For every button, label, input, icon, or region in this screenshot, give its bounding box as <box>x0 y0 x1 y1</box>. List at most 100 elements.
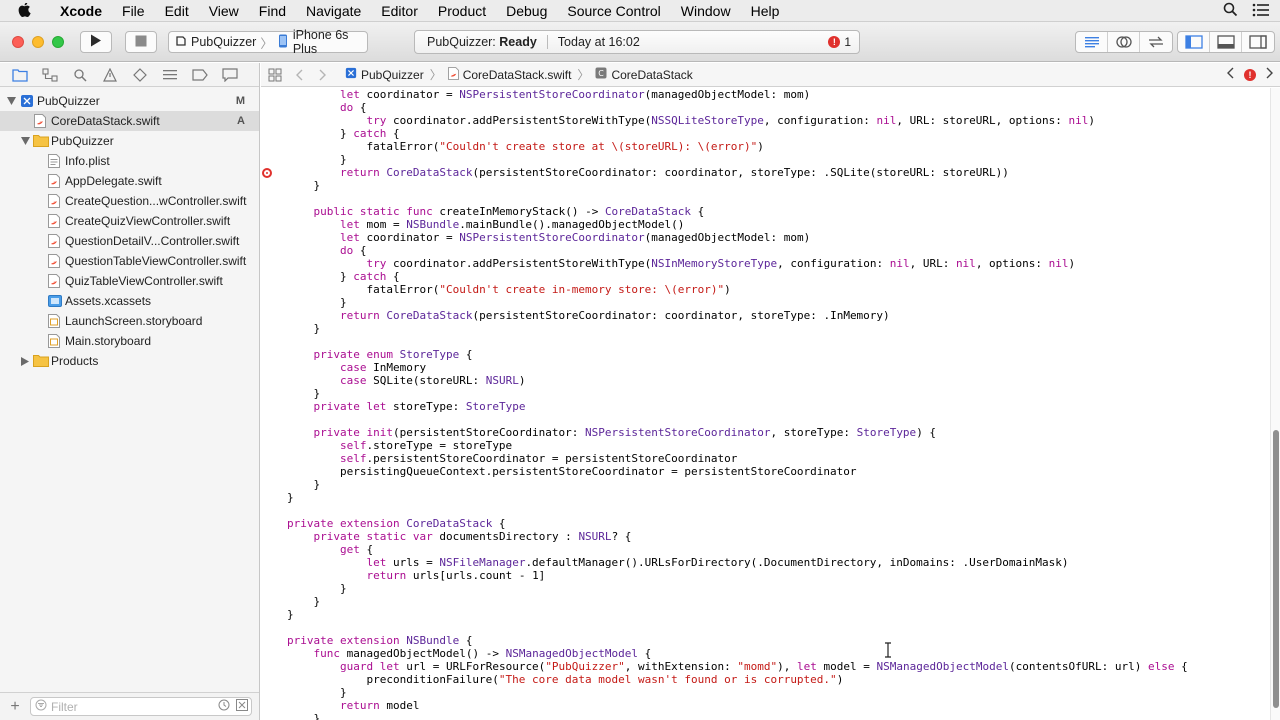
issue-indicator[interactable]: ! 1 <box>828 35 851 49</box>
code-line[interactable]: } <box>287 491 1188 504</box>
report-navigator-icon[interactable] <box>218 65 242 85</box>
code-line[interactable]: return CoreDataStack(persistentStoreCoor… <box>287 309 1188 322</box>
code-line[interactable]: } <box>287 296 1188 309</box>
debug-navigator-icon[interactable] <box>158 65 182 85</box>
code-line[interactable] <box>287 621 1188 634</box>
tree-row-file[interactable]: QuestionTableViewController.swift <box>0 251 259 271</box>
utilities-toggle-icon[interactable] <box>1242 32 1274 52</box>
debug-area-toggle-icon[interactable] <box>1210 32 1242 52</box>
back-arrow-icon[interactable] <box>287 69 311 81</box>
project-navigator-folder-icon[interactable] <box>8 65 32 85</box>
disclosure-closed-icon[interactable] <box>20 356 30 366</box>
disclosure-open-icon[interactable] <box>20 137 30 145</box>
code-line[interactable]: guard let url = URLForResource("PubQuizz… <box>287 660 1188 673</box>
menu-editor[interactable]: Editor <box>371 0 428 22</box>
code-line[interactable]: get { <box>287 543 1188 556</box>
code-line[interactable]: preconditionFailure("The core data model… <box>287 673 1188 686</box>
add-file-button[interactable]: + <box>0 698 30 716</box>
menu-view[interactable]: View <box>199 0 249 22</box>
breadcrumb-file[interactable]: CoreDataStack.swift <box>447 66 571 83</box>
filter-input[interactable] <box>51 699 201 714</box>
previous-issue-icon[interactable] <box>1226 67 1234 82</box>
menu-find[interactable]: Find <box>249 0 296 22</box>
menu-file[interactable]: File <box>112 0 155 22</box>
tree-row-file[interactable]: Main.storyboard <box>0 331 259 351</box>
code-line[interactable]: fatalError("Couldn't create store at \(s… <box>287 140 1188 153</box>
code-line[interactable]: } catch { <box>287 270 1188 283</box>
breadcrumb-project[interactable]: PubQuizzer <box>345 67 424 82</box>
code-line[interactable] <box>287 413 1188 426</box>
code-line[interactable]: } catch { <box>287 127 1188 140</box>
tree-row-selected-file[interactable]: CoreDataStack.swift A <box>0 111 259 131</box>
code-line[interactable]: private extension NSBundle { <box>287 634 1188 647</box>
code-line[interactable]: public static func createInMemoryStack()… <box>287 205 1188 218</box>
code-line[interactable]: persistingQueueContext.persistentStoreCo… <box>287 465 1188 478</box>
error-icon[interactable]: ! <box>1244 68 1256 81</box>
symbol-navigator-icon[interactable] <box>38 65 62 85</box>
vertical-scrollbar[interactable] <box>1270 88 1280 720</box>
code-line[interactable]: } <box>287 582 1188 595</box>
code-line[interactable]: return urls[urls.count - 1] <box>287 569 1188 582</box>
code-line[interactable]: } <box>287 153 1188 166</box>
tree-row-file[interactable]: LaunchScreen.storyboard <box>0 311 259 331</box>
window-minimize-button[interactable] <box>32 36 44 48</box>
navigator-toggle-icon[interactable] <box>1178 32 1210 52</box>
recent-files-filter-icon[interactable] <box>218 699 230 714</box>
menu-navigate[interactable]: Navigate <box>296 0 371 22</box>
menu-debug[interactable]: Debug <box>496 0 557 22</box>
code-line[interactable]: let coordinator = NSPersistentStoreCoord… <box>287 88 1188 101</box>
scheme-selector[interactable]: PubQuizzer 〉 iPhone 6s Plus <box>168 28 368 56</box>
apple-icon[interactable] <box>0 2 50 19</box>
tree-row-file[interactable]: CreateQuizViewController.swift <box>0 211 259 231</box>
menu-app-name[interactable]: Xcode <box>50 0 112 22</box>
code-line[interactable]: private enum StoreType { <box>287 348 1188 361</box>
code-line[interactable]: fatalError("Couldn't create in-memory st… <box>287 283 1188 296</box>
breadcrumb-symbol[interactable]: C CoreDataStack <box>595 67 693 82</box>
menu-edit[interactable]: Edit <box>155 0 199 22</box>
code-line[interactable]: return model <box>287 699 1188 712</box>
window-zoom-button[interactable] <box>52 36 64 48</box>
tree-row-project[interactable]: PubQuizzer M <box>0 91 259 111</box>
code-line[interactable]: private extension CoreDataStack { <box>287 517 1188 530</box>
breakpoint-icon[interactable] <box>262 168 272 178</box>
disclosure-open-icon[interactable] <box>6 97 16 105</box>
code-line[interactable]: private init(persistentStoreCoordinator:… <box>287 426 1188 439</box>
tree-row-file[interactable]: QuizTableViewController.swift <box>0 271 259 291</box>
next-issue-icon[interactable] <box>1266 67 1274 82</box>
code-line[interactable]: self.persistentStoreCoordinator = persis… <box>287 452 1188 465</box>
tree-row-group[interactable]: PubQuizzer <box>0 131 259 151</box>
code-line[interactable]: } <box>287 712 1188 720</box>
code-line[interactable]: } <box>287 478 1188 491</box>
find-navigator-icon[interactable] <box>68 65 92 85</box>
source-editor[interactable]: let coordinator = NSPersistentStoreCoord… <box>261 88 1270 720</box>
code-line[interactable]: } <box>287 179 1188 192</box>
tree-row-file[interactable]: QuestionDetailV...Controller.swift <box>0 231 259 251</box>
menu-window[interactable]: Window <box>671 0 741 22</box>
search-icon[interactable] <box>1223 2 1238 20</box>
code-line[interactable]: } <box>287 608 1188 621</box>
test-navigator-icon[interactable] <box>128 65 152 85</box>
filter-field[interactable] <box>30 697 252 716</box>
menu-list-icon[interactable] <box>1252 3 1270 20</box>
code-line[interactable] <box>287 504 1188 517</box>
code-line[interactable]: private static var documentsDirectory : … <box>287 530 1188 543</box>
code-line[interactable]: private let storeType: StoreType <box>287 400 1188 413</box>
tree-row-file[interactable]: Assets.xcassets <box>0 291 259 311</box>
breakpoint-navigator-icon[interactable] <box>188 65 212 85</box>
code-text[interactable]: let coordinator = NSPersistentStoreCoord… <box>287 88 1188 720</box>
issue-navigator-icon[interactable] <box>98 65 122 85</box>
related-items-icon[interactable] <box>263 68 287 82</box>
code-line[interactable]: } <box>287 686 1188 699</box>
code-line[interactable]: try coordinator.addPersistentStoreWithTy… <box>287 257 1188 270</box>
code-line[interactable]: do { <box>287 244 1188 257</box>
code-line[interactable]: return CoreDataStack(persistentStoreCoor… <box>287 166 1188 179</box>
code-line[interactable]: let urls = NSFileManager.defaultManager(… <box>287 556 1188 569</box>
code-line[interactable] <box>287 192 1188 205</box>
code-line[interactable]: let mom = NSBundle.mainBundle().managedO… <box>287 218 1188 231</box>
code-line[interactable]: } <box>287 387 1188 400</box>
tree-row-file[interactable]: AppDelegate.swift <box>0 171 259 191</box>
menu-help[interactable]: Help <box>741 0 790 22</box>
code-line[interactable]: self.storeType = storeType <box>287 439 1188 452</box>
code-line[interactable] <box>287 335 1188 348</box>
scm-status-filter-icon[interactable] <box>236 699 248 714</box>
